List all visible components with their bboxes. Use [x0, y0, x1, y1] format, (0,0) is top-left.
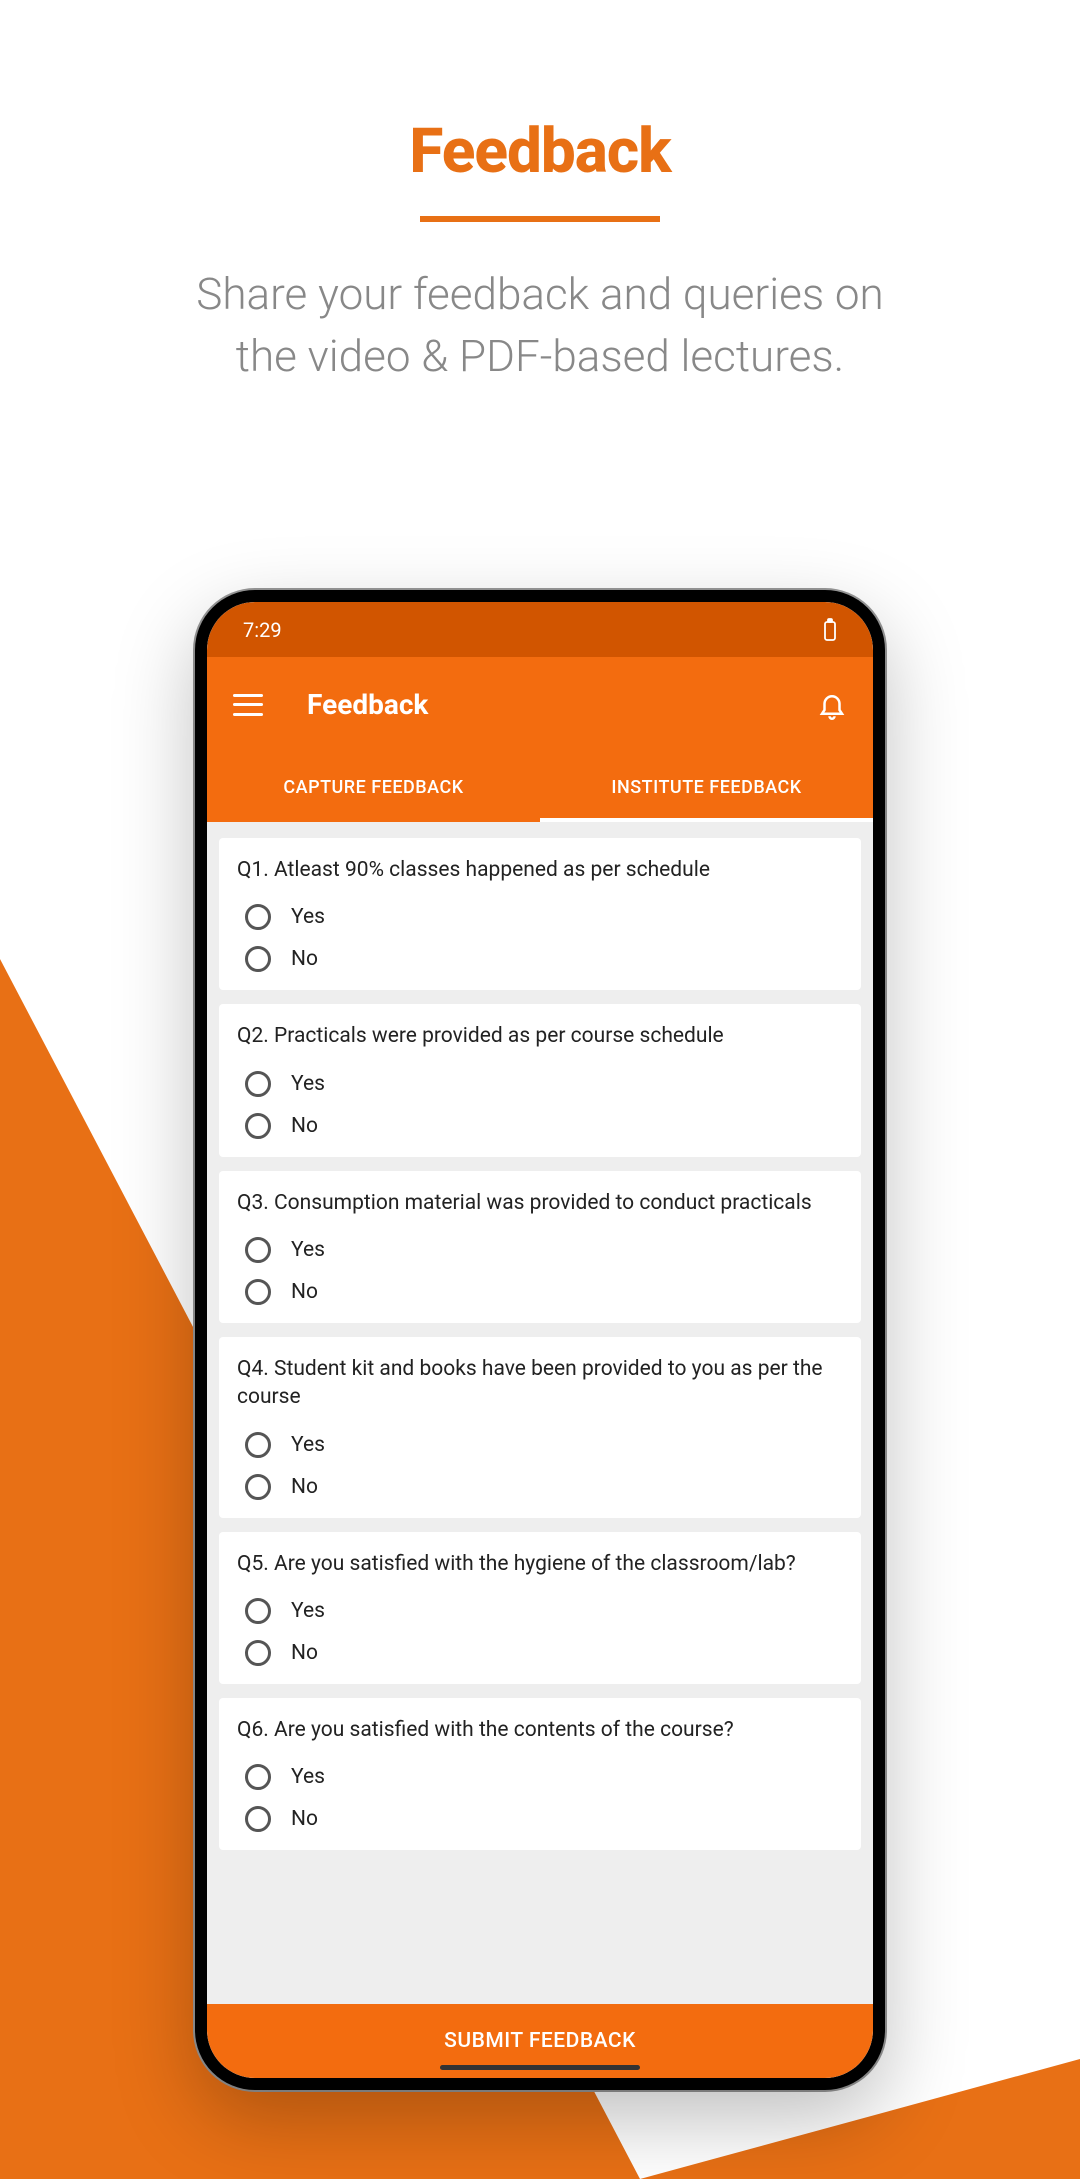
question-text: Q4. Student kit and books have been prov… [237, 1355, 843, 1412]
status-time: 7:29 [243, 618, 282, 642]
phone-screen: 7:29 Feedback CAPTURE FEEDBACK INSTITUTE… [207, 602, 873, 2078]
question-card: Q3. Consumption material was provided to… [219, 1171, 861, 1323]
app-bar-title: Feedback [307, 688, 817, 721]
notification-icon[interactable] [817, 690, 847, 720]
option-label: No [291, 1475, 318, 1499]
title-underline [420, 216, 660, 222]
option-no[interactable]: No [237, 1468, 843, 1510]
option-label: Yes [291, 1433, 325, 1457]
feedback-form[interactable]: Q1. Atleast 90% classes happened as per … [207, 822, 873, 2004]
option-label: Yes [291, 1238, 325, 1262]
radio-icon [245, 1806, 271, 1832]
option-label: No [291, 947, 318, 971]
question-card: Q1. Atleast 90% classes happened as per … [219, 838, 861, 990]
question-card: Q2. Practicals were provided as per cour… [219, 1004, 861, 1156]
radio-icon [245, 1113, 271, 1139]
radio-icon [245, 946, 271, 972]
home-indicator[interactable] [440, 2065, 640, 2070]
radio-icon [245, 1279, 271, 1305]
question-card: Q5. Are you satisfied with the hygiene o… [219, 1532, 861, 1684]
question-card: Q6. Are you satisfied with the contents … [219, 1698, 861, 1850]
status-bar: 7:29 [207, 602, 873, 657]
option-yes[interactable]: Yes [237, 898, 843, 940]
battery-icon [823, 618, 837, 642]
option-no[interactable]: No [237, 1634, 843, 1676]
option-yes[interactable]: Yes [237, 1758, 843, 1800]
option-no[interactable]: No [237, 940, 843, 982]
subtitle-line-1: Share your feedback and queries on [196, 268, 883, 320]
option-label: No [291, 1114, 318, 1138]
radio-icon [245, 1764, 271, 1790]
radio-icon [245, 904, 271, 930]
page-title: Feedback [0, 0, 1080, 188]
option-no[interactable]: No [237, 1273, 843, 1315]
option-label: Yes [291, 1072, 325, 1096]
radio-icon [245, 1640, 271, 1666]
subtitle-line-2: the video & PDF-based lectures. [236, 330, 844, 382]
tab-capture-feedback[interactable]: CAPTURE FEEDBACK [207, 752, 540, 822]
page-subtitle: Share your feedback and queries on the v… [0, 264, 1080, 387]
app-bar: Feedback [207, 657, 873, 752]
question-text: Q1. Atleast 90% classes happened as per … [237, 856, 843, 884]
tab-bar: CAPTURE FEEDBACK INSTITUTE FEEDBACK [207, 752, 873, 822]
option-label: No [291, 1807, 318, 1831]
option-yes[interactable]: Yes [237, 1231, 843, 1273]
menu-icon[interactable] [233, 694, 263, 716]
question-text: Q6. Are you satisfied with the contents … [237, 1716, 843, 1744]
option-yes[interactable]: Yes [237, 1065, 843, 1107]
radio-icon [245, 1071, 271, 1097]
question-card: Q4. Student kit and books have been prov… [219, 1337, 861, 1518]
question-text: Q3. Consumption material was provided to… [237, 1189, 843, 1217]
option-label: Yes [291, 905, 325, 929]
tab-institute-feedback[interactable]: INSTITUTE FEEDBACK [540, 752, 873, 822]
option-label: No [291, 1280, 318, 1304]
phone-frame: 7:29 Feedback CAPTURE FEEDBACK INSTITUTE… [195, 590, 885, 2090]
option-label: Yes [291, 1599, 325, 1623]
radio-icon [245, 1432, 271, 1458]
option-label: No [291, 1641, 318, 1665]
option-yes[interactable]: Yes [237, 1426, 843, 1468]
question-text: Q2. Practicals were provided as per cour… [237, 1022, 843, 1050]
option-no[interactable]: No [237, 1107, 843, 1149]
radio-icon [245, 1598, 271, 1624]
question-text: Q5. Are you satisfied with the hygiene o… [237, 1550, 843, 1578]
option-label: Yes [291, 1765, 325, 1789]
option-no[interactable]: No [237, 1800, 843, 1842]
radio-icon [245, 1237, 271, 1263]
status-icons [823, 618, 837, 642]
option-yes[interactable]: Yes [237, 1592, 843, 1634]
radio-icon [245, 1474, 271, 1500]
